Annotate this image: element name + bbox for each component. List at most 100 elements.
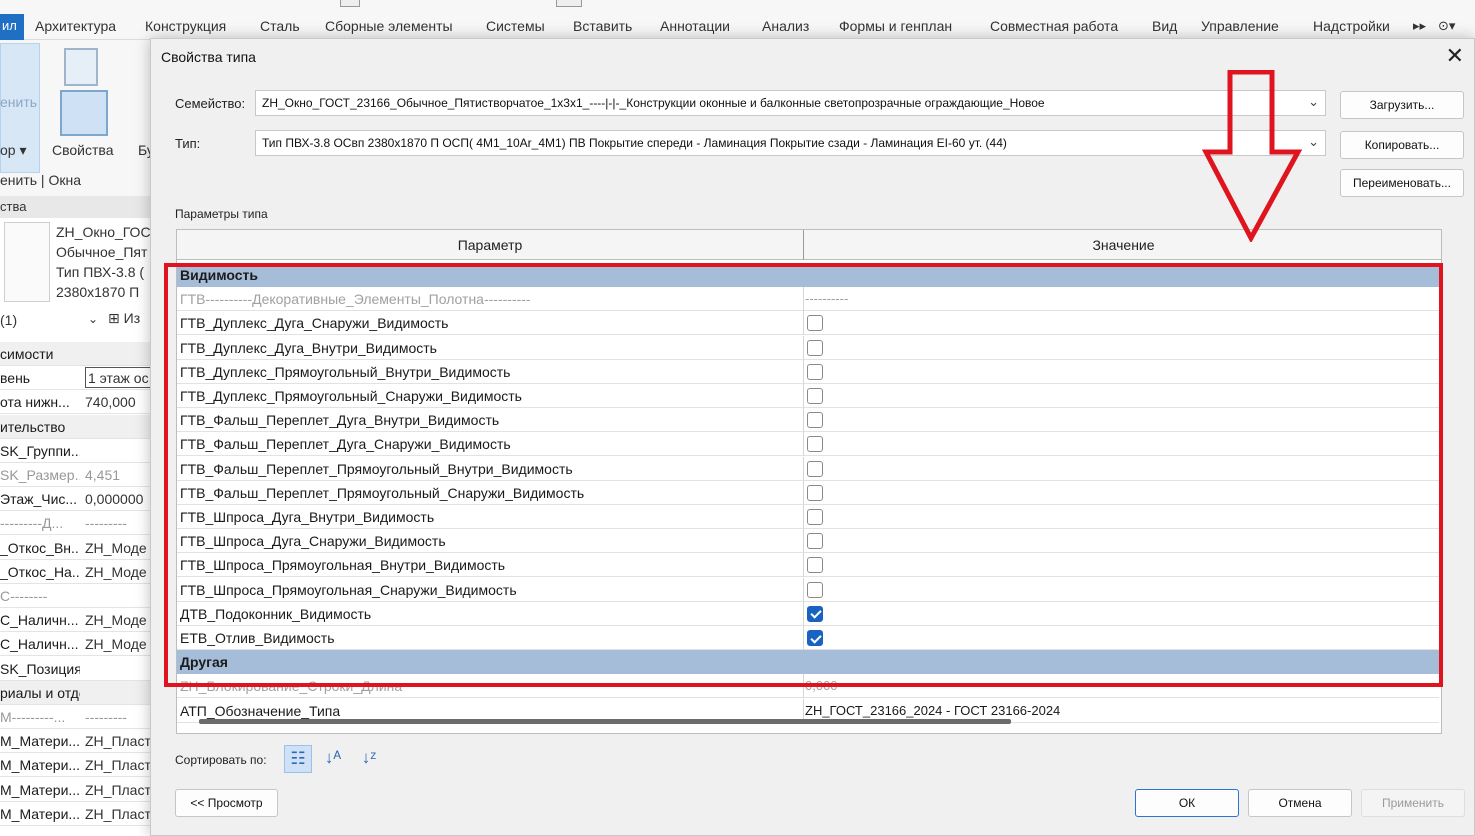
- property-group-header[interactable]: симости: [0, 342, 155, 366]
- property-group-header[interactable]: ительство: [0, 414, 155, 439]
- property-value[interactable]: 0,000000: [85, 491, 155, 507]
- parameter-row[interactable]: ГТВ_Фальш_Переплет_Дуга_Снаружи_Видимост…: [177, 432, 1439, 457]
- parameter-row[interactable]: ГТВ_Шпроса_Прямоугольная_Снаружи_Видимос…: [177, 577, 1439, 602]
- tab-systems[interactable]: Системы: [486, 18, 545, 34]
- parameter-value[interactable]: 0,000: [805, 678, 838, 693]
- property-row[interactable]: SK_Позиция: [0, 657, 155, 681]
- property-value[interactable]: 740,000: [85, 394, 155, 410]
- tab-analyze[interactable]: Анализ: [762, 18, 809, 34]
- property-group-header[interactable]: риалы и отделка: [0, 680, 155, 705]
- more-tabs-icon[interactable]: ▸▸: [1413, 18, 1426, 34]
- tab-addins[interactable]: Надстройки: [1313, 18, 1390, 34]
- checkbox-unchecked[interactable]: [807, 388, 823, 404]
- property-row[interactable]: С_Наличн... ZH_Моде: [0, 608, 155, 633]
- close-icon[interactable]: ✕: [1446, 43, 1464, 69]
- property-value[interactable]: ---------: [85, 709, 155, 725]
- checkbox-unchecked[interactable]: [807, 509, 823, 525]
- edit-type-button[interactable]: ⊞ Из: [108, 310, 140, 327]
- checkbox-unchecked[interactable]: [807, 315, 823, 332]
- property-value[interactable]: ZH_Моде: [85, 540, 155, 556]
- checkbox-unchecked[interactable]: [807, 581, 823, 598]
- checkbox-unchecked[interactable]: [807, 557, 823, 574]
- duplicate-button[interactable]: Копировать...: [1340, 131, 1464, 159]
- property-value[interactable]: ZH_Пласт: [85, 782, 155, 798]
- property-row[interactable]: _Откос_Вн... ZH_Моде: [0, 536, 155, 560]
- rename-button[interactable]: Переименовать...: [1340, 169, 1464, 197]
- parameter-row[interactable]: ГТВ_Дуплекс_Прямоугольный_Снаружи_Видимо…: [177, 384, 1439, 408]
- checkbox-checked[interactable]: [807, 605, 823, 622]
- property-row[interactable]: SK_Размер... 4,451: [0, 463, 155, 487]
- property-row[interactable]: ---------Д... ---------: [0, 511, 155, 536]
- checkbox-checked[interactable]: [807, 630, 823, 646]
- parameter-row[interactable]: ГТВ_Шпроса_Дуга_Снаружи_Видимость: [177, 529, 1439, 554]
- checkbox-unchecked[interactable]: [807, 363, 823, 380]
- property-value[interactable]: ZH_Моде: [85, 636, 155, 652]
- property-row[interactable]: М_Матери... ZH_Пласт: [0, 802, 155, 826]
- sort-za-icon[interactable]: ↓ᶻ: [355, 745, 383, 773]
- chevron-down-icon[interactable]: ⌄: [88, 312, 98, 326]
- parameter-row[interactable]: ГТВ_Фальш_Переплет_Прямоугольный_Внутри_…: [177, 456, 1439, 481]
- tab-steel[interactable]: Сталь: [260, 18, 300, 34]
- checkbox-unchecked[interactable]: [807, 484, 823, 501]
- checkbox-unchecked[interactable]: [807, 436, 823, 453]
- parameter-group-header[interactable]: Другая: [177, 650, 1439, 675]
- property-row[interactable]: М---------... ---------: [0, 705, 155, 729]
- property-row[interactable]: С_Наличн... ZH_Моде: [0, 632, 155, 657]
- property-value[interactable]: 1 этаж ос: [85, 367, 155, 389]
- parameter-row[interactable]: ГТВ_Фальш_Переплет_Прямоугольный_Снаружи…: [177, 480, 1439, 505]
- parameter-row[interactable]: ГТВ_Дуплекс_Дуга_Снаружи_Видимость: [177, 311, 1439, 336]
- parameter-row[interactable]: ГТВ_Шпроса_Дуга_Внутри_Видимость: [177, 505, 1439, 529]
- ok-button[interactable]: ОК: [1135, 789, 1239, 817]
- tab-architecture[interactable]: Архитектура: [35, 18, 116, 34]
- property-value[interactable]: ZH_Пласт: [85, 757, 155, 773]
- preview-button[interactable]: << Просмотр: [175, 789, 278, 817]
- tab-file[interactable]: ил: [0, 14, 24, 40]
- type-properties-icon[interactable]: [60, 90, 108, 136]
- instance-count[interactable]: (1): [0, 312, 17, 328]
- tab-massing-site[interactable]: Формы и генплан: [839, 18, 952, 34]
- tab-insert[interactable]: Вставить: [573, 18, 632, 34]
- parameter-value[interactable]: ----------: [805, 291, 848, 306]
- parameter-row[interactable]: ZH_Блокирование_Строки_Длина 0,000: [177, 674, 1439, 699]
- horizontal-scrollbar-thumb[interactable]: [199, 719, 1011, 724]
- type-dropdown[interactable]: Тип ПВХ-3.8 ОСвп 2380x1870 П ОСП( 4М1_10…: [255, 130, 1326, 156]
- property-row[interactable]: Этаж_Чис... 0,000000: [0, 487, 155, 512]
- sort-az-icon[interactable]: ↓ᴬ: [319, 745, 347, 773]
- parameter-value[interactable]: ZH_ГОСТ_23166_2024 - ГОСТ 23166-2024: [805, 703, 1060, 718]
- family-dropdown[interactable]: ZH_Окно_ГОСТ_23166_Обычное_Пятистворчато…: [255, 90, 1326, 116]
- sort-grouped-icon[interactable]: ☷: [284, 745, 312, 773]
- parameter-row[interactable]: ГТВ----------Декоративные_Элементы_Полот…: [177, 287, 1439, 312]
- properties-label[interactable]: Свойства: [52, 142, 113, 158]
- property-row[interactable]: М_Матери... ZH_Пласт: [0, 778, 155, 802]
- tab-annotate[interactable]: Аннотации: [660, 18, 730, 34]
- property-row[interactable]: SK_Группи...: [0, 439, 155, 463]
- property-value[interactable]: ZH_Пласт: [85, 733, 155, 749]
- tab-structure[interactable]: Конструкция: [145, 18, 226, 34]
- property-row[interactable]: ота нижн... 740,000: [0, 390, 155, 415]
- checkbox-unchecked[interactable]: [807, 412, 823, 429]
- parameter-group-header[interactable]: Видимость: [177, 263, 1439, 287]
- tab-precast[interactable]: Сборные элементы: [325, 18, 453, 34]
- property-value[interactable]: ---------: [85, 515, 155, 531]
- tab-manage[interactable]: Управление: [1201, 18, 1279, 34]
- parameter-row[interactable]: ГТВ_Шпроса_Прямоугольная_Внутри_Видимост…: [177, 553, 1439, 578]
- parameter-row[interactable]: ГТВ_Дуплекс_Дуга_Внутри_Видимость: [177, 335, 1439, 360]
- property-row[interactable]: _Откос_На... ZH_Моде: [0, 560, 155, 584]
- property-row[interactable]: С--------: [0, 584, 155, 608]
- checkbox-unchecked[interactable]: [807, 533, 823, 550]
- tab-collaborate[interactable]: Совместная работа: [990, 18, 1118, 34]
- load-button[interactable]: Загрузить...: [1340, 91, 1464, 119]
- checkbox-unchecked[interactable]: [807, 460, 823, 477]
- property-value[interactable]: ZH_Моде: [85, 564, 155, 580]
- property-value[interactable]: ZH_Пласт: [85, 806, 155, 822]
- select-dropdown[interactable]: ор ▾: [0, 142, 27, 159]
- property-row[interactable]: М_Матери... ZH_Пласт: [0, 729, 155, 754]
- parameter-row[interactable]: ДТВ_Подоконник_Видимость: [177, 601, 1439, 626]
- apply-button[interactable]: Применить: [1361, 789, 1465, 817]
- parameter-row[interactable]: ГТВ_Фальш_Переплет_Дуга_Внутри_Видимость: [177, 408, 1439, 433]
- cancel-button[interactable]: Отмена: [1248, 789, 1352, 817]
- parameter-row[interactable]: ГТВ_Дуплекс_Прямоугольный_Внутри_Видимос…: [177, 359, 1439, 384]
- property-row[interactable]: М_Матери... ZH_Пласт: [0, 753, 155, 778]
- property-value[interactable]: ZH_Моде: [85, 612, 155, 628]
- tab-view[interactable]: Вид: [1152, 18, 1177, 34]
